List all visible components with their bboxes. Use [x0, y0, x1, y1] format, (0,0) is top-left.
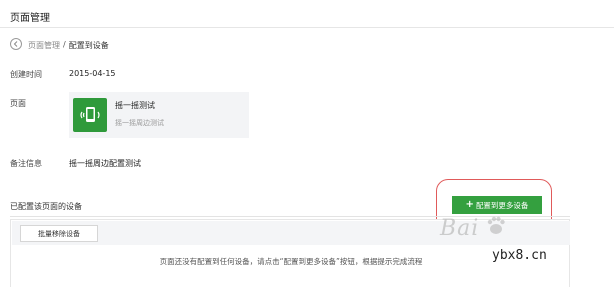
add-more-devices-label: 配置到更多设备	[475, 200, 529, 210]
breadcrumb-current: 配置到设备	[68, 41, 109, 50]
plus-icon: +	[465, 199, 474, 210]
page-thumbnail	[73, 98, 107, 132]
breadcrumb-separator: /	[63, 40, 66, 49]
page-label: 页面	[10, 99, 26, 108]
breadcrumb: 页面管理 / 配置到设备	[28, 40, 109, 51]
back-button[interactable]	[10, 38, 22, 50]
page-title: 页面管理	[10, 13, 50, 24]
page-card-subtitle: 摇一摇周边测试	[115, 119, 164, 127]
watermark-site: ybx8.cn	[492, 248, 547, 263]
configured-devices-label: 已配置该页面的设备	[10, 202, 82, 211]
shake-phone-icon	[80, 107, 100, 122]
created-time-label: 创建时间	[10, 70, 42, 79]
empty-state-text: 页面还没有配置到任何设备，请点击“配置到更多设备”按钮，根据提示完成流程	[159, 257, 423, 266]
title-divider	[0, 27, 614, 28]
watermark-brand: Bai	[440, 216, 480, 241]
paw-watermark-icon	[487, 216, 505, 234]
page-card: 摇一摇测试 摇一摇周边测试	[69, 92, 249, 138]
breadcrumb-page-management[interactable]: 页面管理	[28, 40, 60, 51]
chevron-left-icon	[13, 41, 18, 47]
batch-remove-button[interactable]: 批量移除设备	[20, 225, 98, 242]
created-time-value: 2015-04-15	[69, 69, 116, 78]
remark-label: 备注信息	[10, 159, 42, 168]
remark-value: 摇一摇周边配置测试	[69, 159, 141, 168]
add-more-devices-button[interactable]: + 配置到更多设备	[452, 196, 542, 214]
page-card-title: 摇一摇测试	[115, 101, 155, 110]
